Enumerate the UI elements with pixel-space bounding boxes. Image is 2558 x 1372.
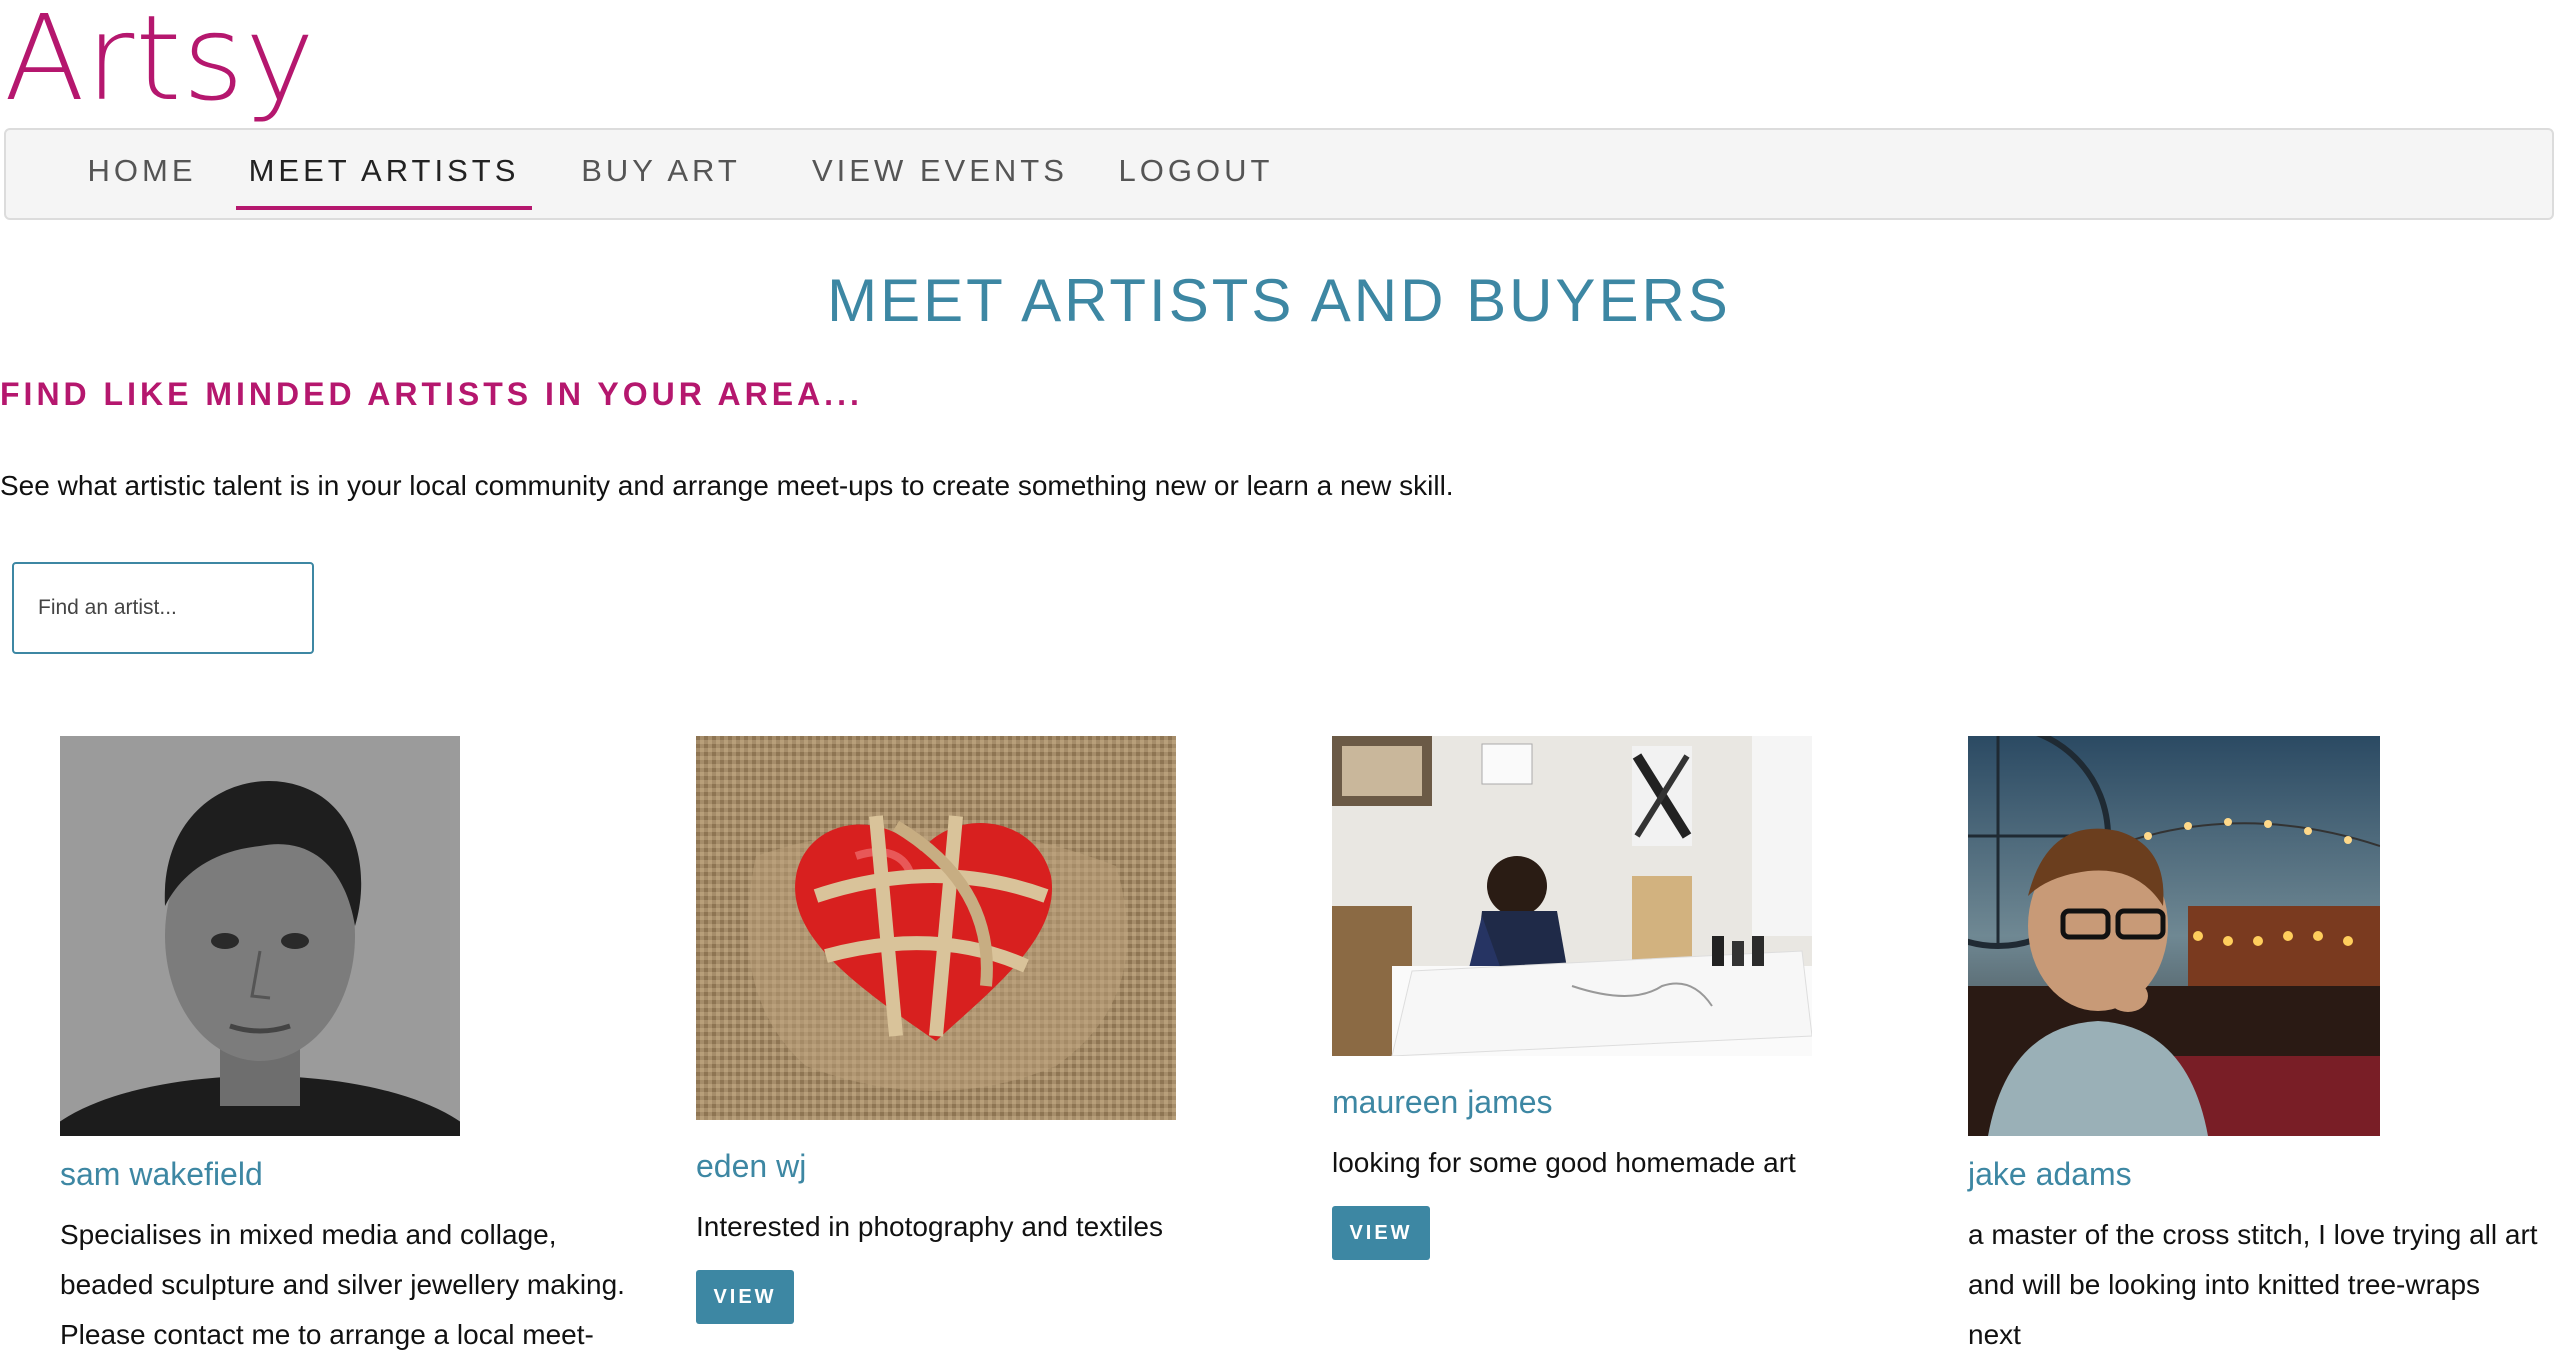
nav-buy-art[interactable]: BUY ART [578,130,744,218]
nav-meet-artists[interactable]: MEET ARTISTS [236,130,532,218]
artist-description: Interested in photography and textiles [696,1202,1256,1252]
artist-name[interactable]: eden wj [696,1148,806,1185]
artist-name[interactable]: sam wakefield [60,1156,263,1193]
artist-card: eden wj Interested in photography and te… [696,736,1176,1324]
active-nav-indicator [236,206,532,210]
nav-logout[interactable]: LOGOUT [1118,130,1274,218]
main-navbar: HOME MEET ARTISTS BUY ART VIEW EVENTS LO… [4,128,2554,220]
artist-description-line: Specialises in mixed media and collage, [60,1219,557,1250]
artsy-logo[interactable]: Artsy [4,0,316,124]
artist-description: looking for some good homemade art [1332,1138,1892,1188]
nav-view-events[interactable]: VIEW EVENTS [812,130,1064,218]
view-button[interactable]: VIEW [1332,1206,1430,1260]
section-subtitle: FIND LIKE MINDED ARTISTS IN YOUR AREA... [0,376,863,412]
artist-photo[interactable] [1332,736,1812,1056]
artist-name[interactable]: maureen james [1332,1084,1553,1121]
nav-home-label: HOME [87,153,197,188]
page: Artsy HOME MEET ARTISTS BUY ART VIEW EVE… [0,0,2558,1372]
nav-meet-artists-label: MEET ARTISTS [248,153,520,188]
artist-description-line: Interested in photography and textiles [696,1211,1163,1242]
artist-name[interactable]: jake adams [1968,1156,2132,1193]
artist-card: jake adams a master of the cross stitch,… [1968,736,2538,1350]
nav-buy-art-label: BUY ART [581,153,741,188]
artist-description-line: looking for some good homemade art [1332,1147,1796,1178]
nav-home[interactable]: HOME [76,130,208,218]
artist-card: maureen james looking for some good home… [1332,736,1812,1260]
artist-card: sam wakefield Specialises in mixed media… [60,736,625,1350]
artist-description-line: a master of the cross stitch, I love try… [1968,1219,2538,1250]
artist-description: a master of the cross stitch, I love try… [1968,1210,2558,1360]
artist-description-line: and will be looking into knitted tree-wr… [1968,1269,2481,1300]
nav-logout-label: LOGOUT [1118,153,1274,188]
artist-photo[interactable] [696,736,1176,1120]
artist-photo[interactable] [60,736,460,1136]
artist-search-input[interactable] [12,562,314,654]
intro-text: See what artistic talent is in your loca… [0,470,1454,501]
nav-view-events-label: VIEW EVENTS [812,153,1068,188]
view-button[interactable]: VIEW [696,1270,794,1324]
artist-description-line: next [1968,1319,2021,1350]
artist-description: Specialises in mixed media and collage, … [60,1210,680,1360]
artist-photo[interactable] [1968,736,2380,1136]
artist-description-line: Please contact me to arrange a local mee… [60,1319,594,1350]
artist-description-line: beaded sculpture and silver jewellery ma… [60,1269,625,1300]
page-title: MEET ARTISTS AND BUYERS [827,267,1731,334]
